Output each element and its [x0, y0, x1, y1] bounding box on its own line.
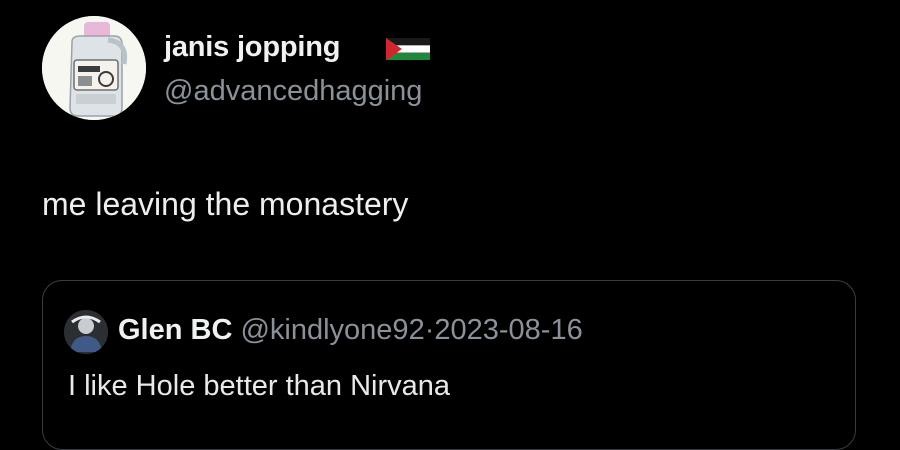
quote-display-name[interactable]: Glen BC — [118, 314, 232, 346]
quote-tweet-card[interactable] — [42, 280, 856, 450]
author-avatar[interactable] — [42, 16, 146, 120]
tweet-text: me leaving the monastery — [42, 186, 409, 222]
quote-header: Glen BC @kindlyone92·2023-08-16 — [118, 312, 583, 348]
palestine-flag-icon — [386, 38, 430, 60]
author-display-name[interactable]: janis jopping — [164, 30, 340, 64]
detergent-bottle-icon — [42, 16, 146, 120]
quote-handle[interactable]: @kindlyone92 — [240, 314, 424, 346]
user-avatar-icon — [64, 310, 108, 354]
quote-author-avatar[interactable] — [64, 310, 108, 354]
tweet: janis jopping @advancedhagging me leavin… — [0, 0, 900, 450]
separator-dot: · — [424, 314, 435, 346]
quote-date[interactable]: 2023-08-16 — [434, 314, 582, 346]
quote-text: I like Hole better than Nirvana — [68, 370, 451, 402]
author-handle[interactable]: @advancedhagging — [164, 74, 422, 108]
